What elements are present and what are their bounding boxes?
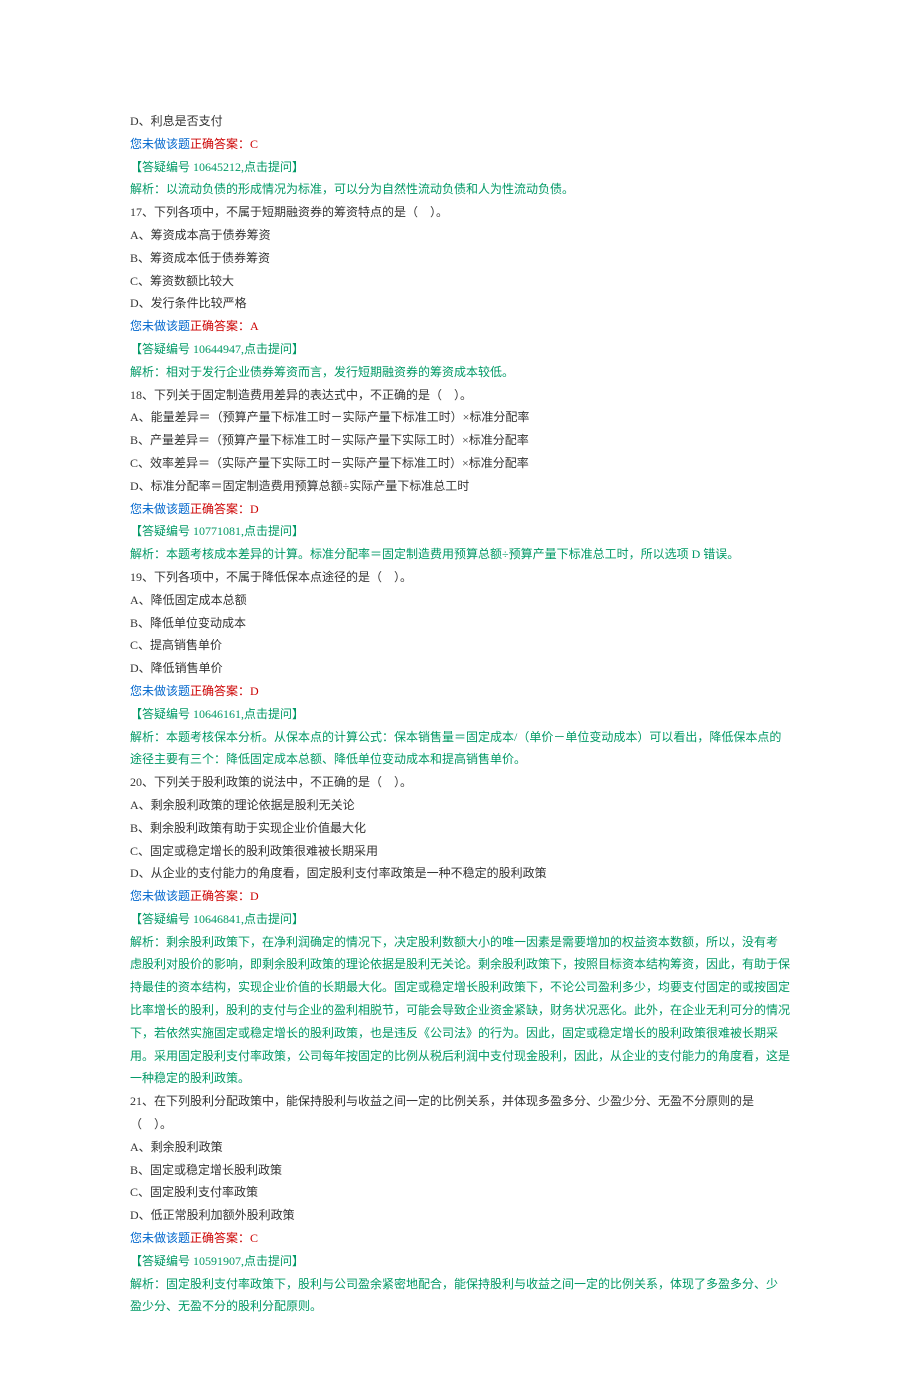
- explain-text: 以流动负债的形成情况为标准，可以分为自然性流动负债和人为性流动负债。: [166, 182, 574, 196]
- correct-answer: 正确答案：C: [190, 137, 258, 151]
- not-done-label: 您未做该题: [130, 137, 190, 151]
- q17-ref-link[interactable]: 【答疑编号 10644947,点击提问】: [130, 338, 790, 361]
- q19-explain: 解析：本题考核保本分析。从保本点的计算公式：保本销售量＝固定成本/（单价－单位变…: [130, 726, 790, 772]
- q21-ref-link[interactable]: 【答疑编号 10591907,点击提问】: [130, 1250, 790, 1273]
- q21-explain: 解析：固定股利支付率政策下，股利与公司盈余紧密地配合，能保持股利与收益之间一定的…: [130, 1273, 790, 1319]
- correct-answer: 正确答案：D: [190, 889, 259, 903]
- q19-answer-line: 您未做该题正确答案：D: [130, 680, 790, 703]
- explain-text: 本题考核保本分析。从保本点的计算公式：保本销售量＝固定成本/（单价－单位变动成本…: [130, 730, 781, 767]
- q21-stem: 21、在下列股利分配政策中，能保持股利与收益之间一定的比例关系，并体现多盈多分、…: [130, 1090, 790, 1136]
- not-done-label: 您未做该题: [130, 1231, 190, 1245]
- q16-answer-line: 您未做该题正确答案：C: [130, 133, 790, 156]
- q18-option-a: A、能量差异＝（预算产量下标准工时－实际产量下标准工时）×标准分配率: [130, 406, 790, 429]
- q20-option-c: C、固定或稳定增长的股利政策很难被长期采用: [130, 840, 790, 863]
- correct-answer: 正确答案：D: [190, 684, 259, 698]
- explain-label: 解析：: [130, 182, 166, 196]
- correct-answer: 正确答案：C: [190, 1231, 258, 1245]
- explain-text: 固定股利支付率政策下，股利与公司盈余紧密地配合，能保持股利与收益之间一定的比例关…: [130, 1277, 778, 1314]
- q21-option-c: C、固定股利支付率政策: [130, 1181, 790, 1204]
- q18-option-c: C、效率差异＝（实际产量下实际工时－实际产量下标准工时）×标准分配率: [130, 452, 790, 475]
- q18-explain: 解析：本题考核成本差异的计算。标准分配率＝固定制造费用预算总额÷预算产量下标准总…: [130, 543, 790, 566]
- q17-option-b: B、筹资成本低于债券筹资: [130, 247, 790, 270]
- q17-option-d: D、发行条件比较严格: [130, 292, 790, 315]
- q21-option-b: B、固定或稳定增长股利政策: [130, 1159, 790, 1182]
- q19-option-a: A、降低固定成本总额: [130, 589, 790, 612]
- q20-stem: 20、下列关于股利政策的说法中，不正确的是（ ）。: [130, 771, 790, 794]
- q21-option-d: D、低正常股利加额外股利政策: [130, 1204, 790, 1227]
- not-done-label: 您未做该题: [130, 502, 190, 516]
- explain-label: 解析：: [130, 547, 166, 561]
- q16-option-d: D、利息是否支付: [130, 110, 790, 133]
- q20-option-d: D、从企业的支付能力的角度看，固定股利支付率政策是一种不稳定的股利政策: [130, 862, 790, 885]
- correct-answer: 正确答案：D: [190, 502, 259, 516]
- explain-label: 解析：: [130, 365, 166, 379]
- q21-option-a: A、剩余股利政策: [130, 1136, 790, 1159]
- explain-text: 剩余股利政策下，在净利润确定的情况下，决定股利数额大小的唯一因素是需要增加的权益…: [130, 935, 790, 1086]
- q20-answer-line: 您未做该题正确答案：D: [130, 885, 790, 908]
- explain-label: 解析：: [130, 730, 166, 744]
- q16-ref-link[interactable]: 【答疑编号 10645212,点击提问】: [130, 156, 790, 179]
- q17-option-a: A、筹资成本高于债券筹资: [130, 224, 790, 247]
- explain-label: 解析：: [130, 1277, 166, 1291]
- q20-option-a: A、剩余股利政策的理论依据是股利无关论: [130, 794, 790, 817]
- q19-option-d: D、降低销售单价: [130, 657, 790, 680]
- q20-explain: 解析：剩余股利政策下，在净利润确定的情况下，决定股利数额大小的唯一因素是需要增加…: [130, 931, 790, 1091]
- q17-explain: 解析：相对于发行企业债券筹资而言，发行短期融资券的筹资成本较低。: [130, 361, 790, 384]
- q19-ref-link[interactable]: 【答疑编号 10646161,点击提问】: [130, 703, 790, 726]
- correct-answer: 正确答案：A: [190, 319, 259, 333]
- q20-ref-link[interactable]: 【答疑编号 10646841,点击提问】: [130, 908, 790, 931]
- q18-stem: 18、下列关于固定制造费用差异的表达式中，不正确的是（ ）。: [130, 384, 790, 407]
- q16-explain: 解析：以流动负债的形成情况为标准，可以分为自然性流动负债和人为性流动负债。: [130, 178, 790, 201]
- not-done-label: 您未做该题: [130, 889, 190, 903]
- explain-label: 解析：: [130, 935, 166, 949]
- not-done-label: 您未做该题: [130, 684, 190, 698]
- q20-option-b: B、剩余股利政策有助于实现企业价值最大化: [130, 817, 790, 840]
- q17-answer-line: 您未做该题正确答案：A: [130, 315, 790, 338]
- q18-ref-link[interactable]: 【答疑编号 10771081,点击提问】: [130, 520, 790, 543]
- q17-stem: 17、下列各项中，不属于短期融资券的筹资特点的是（ ）。: [130, 201, 790, 224]
- q19-option-c: C、提高销售单价: [130, 634, 790, 657]
- q18-answer-line: 您未做该题正确答案：D: [130, 498, 790, 521]
- q21-answer-line: 您未做该题正确答案：C: [130, 1227, 790, 1250]
- not-done-label: 您未做该题: [130, 319, 190, 333]
- q19-stem: 19、下列各项中，不属于降低保本点途径的是（ ）。: [130, 566, 790, 589]
- q17-option-c: C、筹资数额比较大: [130, 270, 790, 293]
- explain-text: 本题考核成本差异的计算。标准分配率＝固定制造费用预算总额÷预算产量下标准总工时，…: [166, 547, 739, 561]
- explain-text: 相对于发行企业债券筹资而言，发行短期融资券的筹资成本较低。: [166, 365, 514, 379]
- q18-option-b: B、产量差异＝（预算产量下标准工时－实际产量下实际工时）×标准分配率: [130, 429, 790, 452]
- q19-option-b: B、降低单位变动成本: [130, 612, 790, 635]
- q18-option-d: D、标准分配率＝固定制造费用预算总额÷实际产量下标准总工时: [130, 475, 790, 498]
